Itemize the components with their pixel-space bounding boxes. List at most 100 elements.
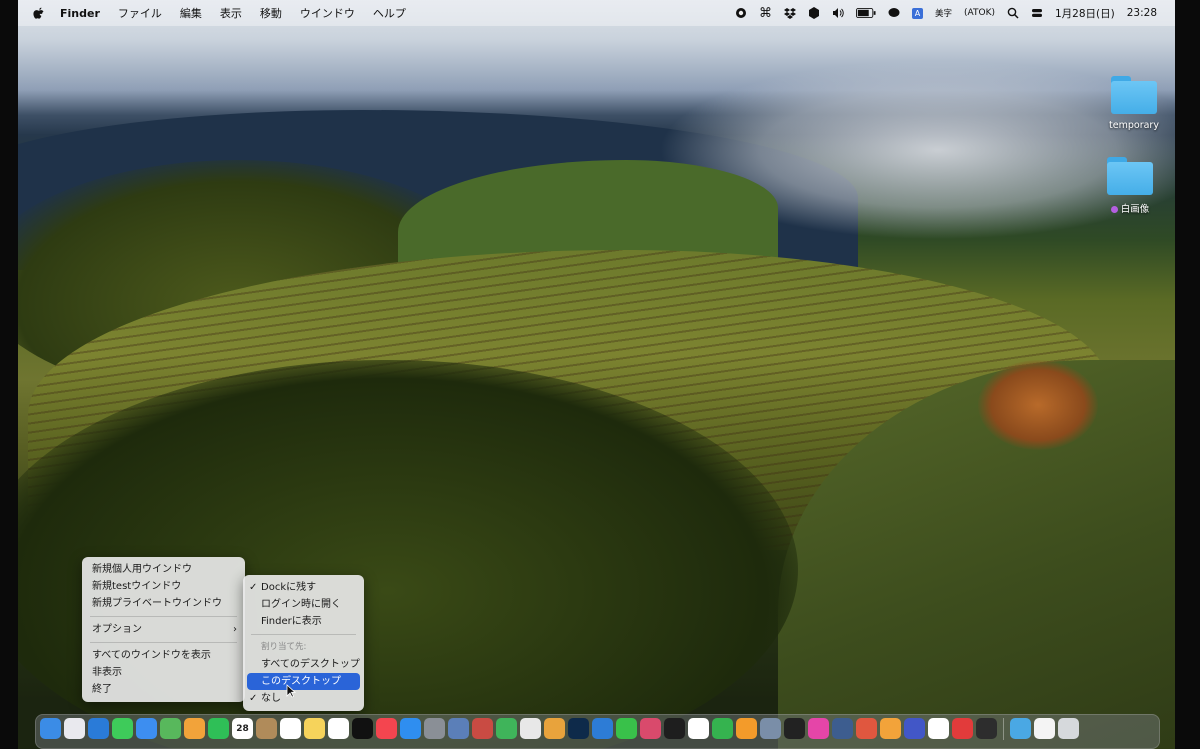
folder-icon bbox=[1107, 157, 1153, 195]
volume-icon[interactable] bbox=[826, 0, 850, 26]
keynote-icon[interactable] bbox=[904, 718, 925, 739]
appstore-icon[interactable] bbox=[400, 718, 421, 739]
music-icon[interactable] bbox=[376, 718, 397, 739]
menu-help[interactable]: ヘルプ bbox=[364, 5, 415, 21]
menu-item-show-in-finder[interactable]: Finderに表示 bbox=[243, 613, 364, 630]
quick-icon[interactable] bbox=[976, 718, 997, 739]
slack-icon[interactable] bbox=[880, 718, 901, 739]
menu-view[interactable]: 表示 bbox=[211, 5, 251, 21]
desktop-folder-white-image[interactable]: 白画像 bbox=[1090, 157, 1170, 215]
checkmark-icon: ✓ bbox=[249, 582, 258, 593]
menu-file[interactable]: ファイル bbox=[109, 5, 171, 21]
line-icon[interactable] bbox=[616, 718, 637, 739]
menu-item-quit[interactable]: 終了 bbox=[82, 681, 245, 698]
freeform-icon[interactable] bbox=[328, 718, 349, 739]
trash-icon[interactable] bbox=[1058, 718, 1079, 739]
atok-label[interactable]: (ATOK) bbox=[958, 0, 1001, 26]
menu-item-new-private-window[interactable]: 新規プライベートウインドウ bbox=[82, 595, 245, 612]
calendar-day: 28 bbox=[236, 723, 249, 734]
control-center-icon[interactable] bbox=[1025, 0, 1049, 26]
facetime-icon[interactable] bbox=[208, 718, 229, 739]
finder-icon[interactable] bbox=[40, 718, 61, 739]
command-icon[interactable]: ⌘ bbox=[753, 0, 778, 26]
activity-icon[interactable] bbox=[832, 718, 853, 739]
menu-item-new-personal-window[interactable]: 新規個人用ウインドウ bbox=[82, 561, 245, 578]
menu-edit[interactable]: 編集 bbox=[171, 5, 211, 21]
numbers-icon[interactable] bbox=[496, 718, 517, 739]
menu-item-this-desktop[interactable]: このデスクトップ bbox=[247, 673, 360, 690]
photoshop-icon[interactable] bbox=[568, 718, 589, 739]
maps2-icon[interactable] bbox=[688, 718, 709, 739]
music2-icon[interactable] bbox=[808, 718, 829, 739]
firefox-icon[interactable] bbox=[544, 718, 565, 739]
dock: 28 bbox=[35, 714, 1160, 749]
menu-window[interactable]: ウインドウ bbox=[291, 5, 364, 21]
menu-item-none[interactable]: ✓ なし bbox=[243, 690, 364, 707]
menu-separator bbox=[90, 642, 237, 643]
dock-separator bbox=[1003, 718, 1004, 740]
pages-icon[interactable] bbox=[736, 718, 757, 739]
safari-icon[interactable] bbox=[88, 718, 109, 739]
quicktime-icon[interactable] bbox=[784, 718, 805, 739]
menu-item-label: なし bbox=[261, 693, 281, 704]
creative-icon[interactable] bbox=[952, 718, 973, 739]
maps-icon[interactable] bbox=[160, 718, 181, 739]
menu-go[interactable]: 移動 bbox=[251, 5, 291, 21]
preview-icon[interactable] bbox=[448, 718, 469, 739]
menu-item-open-at-login[interactable]: ログイン時に開く bbox=[243, 596, 364, 613]
desktop-item-label: 白画像 bbox=[1120, 204, 1150, 215]
battery-icon[interactable] bbox=[850, 0, 882, 26]
menu-separator bbox=[90, 616, 237, 617]
obsidian-icon[interactable] bbox=[928, 718, 949, 739]
menu-app-finder[interactable]: Finder bbox=[51, 7, 109, 20]
launchpad-icon[interactable] bbox=[64, 718, 85, 739]
line-status-icon[interactable] bbox=[882, 0, 906, 26]
time-label[interactable]: 23:28 bbox=[1121, 0, 1163, 26]
dropbox-icon[interactable] bbox=[778, 0, 802, 26]
chatgpt-icon[interactable] bbox=[664, 718, 685, 739]
migration-icon[interactable] bbox=[472, 718, 493, 739]
chevron-right-icon: › bbox=[233, 624, 237, 635]
grid-icon[interactable] bbox=[856, 718, 877, 739]
appletv-icon[interactable] bbox=[352, 718, 373, 739]
dock-apps: 28 bbox=[40, 718, 1079, 740]
numbers2-icon[interactable] bbox=[712, 718, 733, 739]
desktop-folder-temporary[interactable]: temporary bbox=[1094, 76, 1174, 131]
downloads-folder-icon[interactable] bbox=[1010, 718, 1031, 739]
affinity-icon[interactable] bbox=[640, 718, 661, 739]
menu-item-label: Dockに残す bbox=[261, 582, 317, 593]
menu-item-hide[interactable]: 非表示 bbox=[82, 664, 245, 681]
status-bar: ⌘ A 美字 (ATOK) 1月28日(日) 23:28 bbox=[729, 0, 1175, 26]
dock-context-menu: 新規個人用ウインドウ 新規testウインドウ 新規プライベートウインドウ オプシ… bbox=[82, 557, 245, 702]
checkmark-icon: ✓ bbox=[249, 693, 258, 704]
desktop-item-label: temporary bbox=[1109, 120, 1159, 131]
xcode-icon[interactable] bbox=[592, 718, 613, 739]
input-method-icon[interactable]: A bbox=[906, 0, 929, 26]
white-window-icon[interactable] bbox=[1034, 718, 1055, 739]
record-icon[interactable] bbox=[729, 0, 753, 26]
calendar-icon[interactable]: 28 bbox=[232, 718, 253, 739]
messages-icon[interactable] bbox=[112, 718, 133, 739]
menu-item-new-test-window[interactable]: 新規testウインドウ bbox=[82, 578, 245, 595]
menu-separator bbox=[251, 634, 356, 635]
chrome-icon[interactable] bbox=[520, 718, 541, 739]
menu-item-keep-in-dock[interactable]: ✓ Dockに残す bbox=[243, 579, 364, 596]
menu-item-all-desktops[interactable]: すべてのデスクトップ bbox=[243, 656, 364, 673]
menu-item-options[interactable]: オプション › bbox=[82, 621, 245, 638]
screens-icon[interactable] bbox=[760, 718, 781, 739]
desktop-item-label-wrap: 白画像 bbox=[1090, 201, 1170, 215]
system-settings-icon[interactable] bbox=[424, 718, 445, 739]
mail-icon[interactable] bbox=[136, 718, 157, 739]
photos-icon[interactable] bbox=[184, 718, 205, 739]
spotlight-search-icon[interactable] bbox=[1001, 0, 1025, 26]
hexagon-app-icon[interactable] bbox=[802, 0, 826, 26]
ime-label[interactable]: 美字 bbox=[929, 0, 958, 26]
date-label[interactable]: 1月28日(日) bbox=[1049, 0, 1121, 26]
menu-item-show-all-windows[interactable]: すべてのウインドウを表示 bbox=[82, 647, 245, 664]
contacts-icon[interactable] bbox=[256, 718, 277, 739]
mouse-cursor-icon bbox=[286, 684, 296, 698]
reminders-icon[interactable] bbox=[280, 718, 301, 739]
notes-icon[interactable] bbox=[304, 718, 325, 739]
apple-icon[interactable] bbox=[32, 7, 45, 20]
purple-tag-icon bbox=[1110, 206, 1118, 213]
